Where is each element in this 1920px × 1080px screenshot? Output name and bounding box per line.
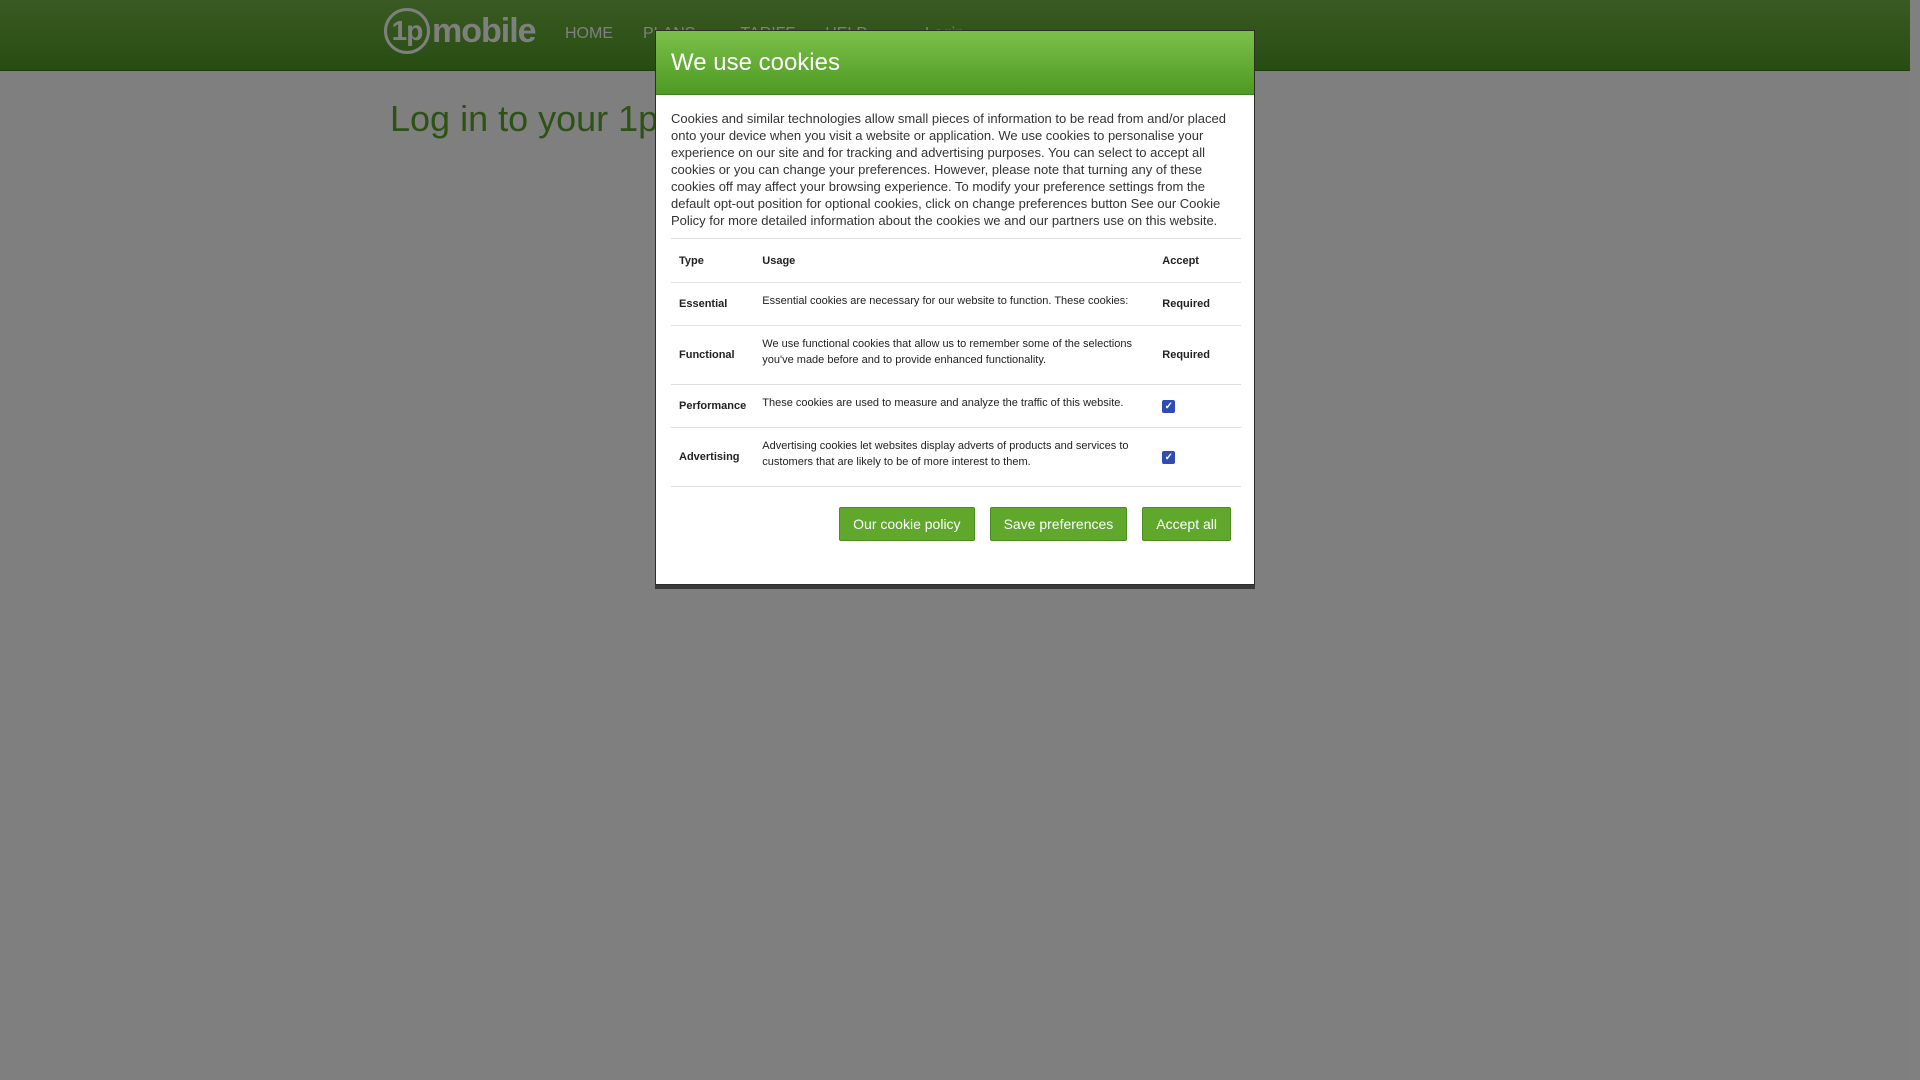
cookie-type: Advertising	[671, 427, 755, 487]
cookie-intro-text: Cookies and similar technologies allow s…	[671, 111, 1226, 228]
cookie-policy-button[interactable]: Our cookie policy	[839, 507, 975, 541]
table-row: Performance These cookies are used to me…	[671, 384, 1241, 428]
cookie-required-label: Required	[1154, 325, 1241, 385]
accept-cell: ✓	[1154, 384, 1241, 428]
dialog-title: We use cookies	[671, 48, 840, 76]
advertising-cookies-checkbox[interactable]: ✓	[1162, 450, 1176, 464]
table-header-row: Type Usage Accept	[671, 238, 1241, 283]
cookie-preferences-table: Type Usage Accept Essential Essential co…	[671, 238, 1241, 487]
dialog-actions: Our cookie policy Save preferences Accep…	[839, 507, 1231, 541]
table-row: Essential Essential cookies are necessar…	[671, 282, 1241, 326]
table-row: Functional We use functional cookies tha…	[671, 325, 1241, 385]
cookie-type: Functional	[671, 325, 755, 385]
scrollbar[interactable]	[1910, 0, 1920, 1080]
page: 1p mobile HOME PLANS ▼ TARIFF HELP ▼ ● L…	[0, 0, 1920, 1080]
performance-cookies-checkbox[interactable]: ✓	[1162, 399, 1176, 413]
accept-all-button[interactable]: Accept all	[1142, 507, 1231, 541]
column-header-type: Type	[671, 238, 755, 283]
dialog-body: Cookies and similar technologies allow s…	[656, 95, 1254, 487]
cookie-consent-dialog: We use cookies Cookies and similar techn…	[655, 30, 1255, 585]
cookie-required-label: Required	[1154, 282, 1241, 326]
column-header-accept: Accept	[1154, 238, 1241, 283]
dialog-header: We use cookies	[656, 31, 1254, 95]
cookie-usage: These cookies are used to measure and an…	[754, 384, 1155, 428]
save-preferences-button[interactable]: Save preferences	[989, 507, 1128, 541]
cookie-usage: Advertising cookies let websites display…	[754, 427, 1155, 487]
cookie-type: Performance	[671, 384, 755, 428]
column-header-usage: Usage	[754, 238, 1155, 283]
accept-cell: ✓	[1154, 427, 1241, 487]
cookie-type: Essential	[671, 282, 755, 326]
cookie-usage: Essential cookies are necessary for our …	[754, 282, 1155, 326]
cookie-usage: We use functional cookies that allow us …	[754, 325, 1155, 385]
table-row: Advertising Advertising cookies let webs…	[671, 427, 1241, 487]
